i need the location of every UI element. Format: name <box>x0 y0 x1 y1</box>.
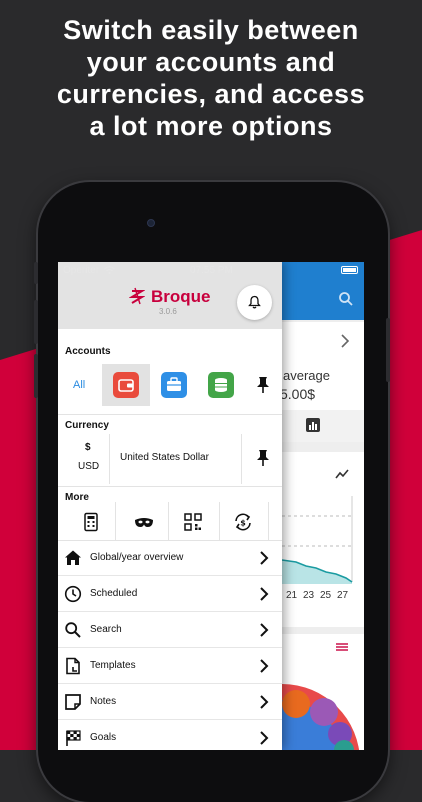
currency-symbol: $ <box>85 442 91 453</box>
app-version: 3.0.6 <box>159 307 177 316</box>
home-icon <box>65 550 81 565</box>
svg-text:$: $ <box>240 519 246 528</box>
notifications-button[interactable] <box>237 285 272 320</box>
navigation-drawer: Broque 3.0.6 Accounts All Currency $ USD… <box>58 262 282 750</box>
mask-icon[interactable] <box>134 512 154 532</box>
background-average-value: 5.00$ <box>280 386 316 402</box>
promo-headline: Switch easily between your accounts and … <box>56 15 366 141</box>
pin-accounts-icon[interactable] <box>253 375 273 395</box>
clock-label: 07:55 PM <box>190 265 233 276</box>
menu-item-templates[interactable]: Templates <box>58 648 282 684</box>
more-section-title: More <box>65 492 89 503</box>
divider <box>58 414 282 415</box>
template-icon <box>66 657 80 675</box>
carrier-label: Operiter <box>63 265 100 276</box>
divider <box>109 434 110 484</box>
chevron-right-icon <box>260 659 269 673</box>
divider <box>219 502 220 540</box>
currency-code: USD <box>78 461 100 472</box>
front-camera <box>147 219 155 227</box>
menu-item-global-year-overview[interactable]: Global/year overview <box>58 540 282 576</box>
pin-currency-icon[interactable] <box>253 448 273 468</box>
background-toolbar-strip <box>282 410 364 442</box>
chevron-right-icon <box>260 551 269 565</box>
menu-item-label: Goals <box>90 732 117 743</box>
background-x-tick: 21 <box>286 590 298 601</box>
flag-icon <box>66 730 81 746</box>
clock-icon <box>64 585 82 603</box>
calculator-icon[interactable] <box>81 512 101 532</box>
background-trend-icon <box>335 469 349 479</box>
currency-section-title: Currency <box>65 420 109 431</box>
currency-name-selector[interactable]: United States Dollar <box>120 452 209 463</box>
accounts-section-title: Accounts <box>65 346 111 357</box>
divider <box>168 502 169 540</box>
phone-screen: average 5.00$ 21 23 25 27 Operiter 07:55… <box>58 262 364 750</box>
bell-icon <box>248 295 261 309</box>
qr-code-icon[interactable] <box>183 512 203 532</box>
phone-power-button <box>386 318 390 382</box>
background-x-tick: 23 <box>303 590 315 601</box>
chevron-right-icon <box>260 623 269 637</box>
background-category-icon <box>336 643 348 651</box>
wifi-icon <box>104 266 115 274</box>
background-chevron-icon <box>341 334 350 348</box>
menu-item-label: Notes <box>90 696 117 707</box>
status-bar: Operiter 07:55 PM <box>58 262 364 278</box>
coins-icon[interactable] <box>208 372 234 398</box>
menu-item-scheduled[interactable]: Scheduled <box>58 576 282 612</box>
background-pie-chart <box>282 684 360 750</box>
chevron-right-icon <box>260 695 269 709</box>
search-icon <box>65 622 81 638</box>
briefcase-icon[interactable] <box>161 372 187 398</box>
background-average-label: average <box>283 368 330 383</box>
phone-volume-down-button <box>34 354 38 398</box>
divider <box>58 486 282 487</box>
currency-exchange-icon[interactable]: $ <box>233 512 253 532</box>
menu-item-label: Global/year overview <box>90 552 184 563</box>
app-search-icon[interactable] <box>337 290 355 308</box>
menu-item-goals[interactable]: Goals <box>58 720 282 750</box>
divider <box>268 502 269 540</box>
menu-item-notes[interactable]: Notes <box>58 684 282 720</box>
divider <box>115 502 116 540</box>
background-line-chart <box>282 496 353 584</box>
background-chart-icon <box>306 418 320 432</box>
chevron-right-icon <box>260 587 269 601</box>
menu-item-label: Templates <box>90 660 136 671</box>
chevron-right-icon <box>260 731 269 745</box>
menu-item-label: Search <box>90 624 122 635</box>
app-name: Broque <box>151 287 211 306</box>
phone-volume-up-button <box>34 300 38 344</box>
phone-mute-switch <box>34 262 38 284</box>
battery-icon <box>341 266 358 274</box>
background-x-tick: 27 <box>337 590 349 601</box>
divider <box>241 434 242 484</box>
background-x-tick: 25 <box>320 590 332 601</box>
all-accounts-link[interactable]: All <box>73 379 85 391</box>
menu-item-search[interactable]: Search <box>58 612 282 648</box>
menu-item-label: Scheduled <box>90 588 138 599</box>
wallet-icon <box>113 372 139 398</box>
note-icon <box>65 694 81 710</box>
app-logo-icon <box>129 287 145 305</box>
